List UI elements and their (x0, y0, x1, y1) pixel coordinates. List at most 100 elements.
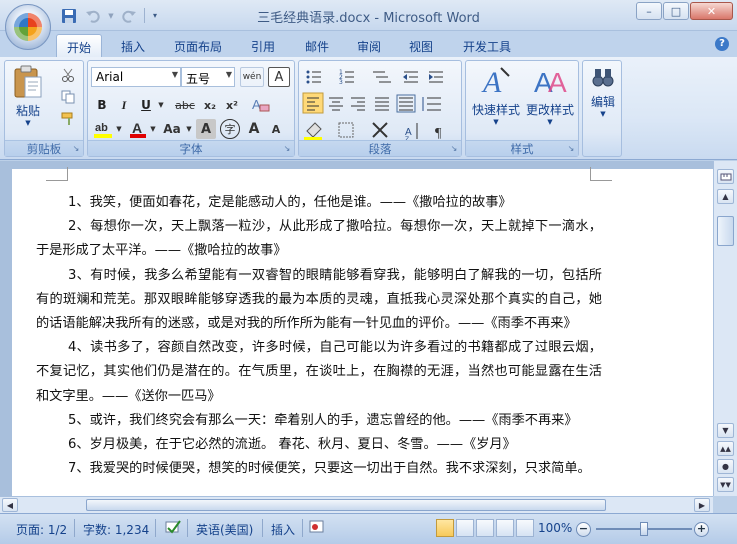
subscript-button[interactable]: x₂ (200, 95, 220, 115)
cut-button[interactable] (57, 66, 79, 84)
help-icon[interactable]: ? (715, 37, 729, 51)
underline-button[interactable]: U (136, 95, 156, 115)
tab-home[interactable]: 开始 (56, 34, 102, 57)
paragraph[interactable]: 5、或许，我们终究会有那么一天：牵着别人的手，遗忘曾经的他。——《雨季不再来》 (36, 409, 602, 433)
scroll-up-button[interactable]: ▲ (717, 189, 734, 204)
character-shading-button[interactable]: A (196, 119, 216, 139)
paragraph[interactable]: 4、读书多了，容颜自然改变，许多时候，自己可能以为许多看过的书籍都成了过眼云烟，… (36, 336, 602, 409)
minimize-button[interactable]: – (636, 2, 662, 20)
full-screen-reading-button[interactable] (456, 519, 474, 537)
tab-mailings[interactable]: 邮件 (294, 34, 340, 57)
outline-view-button[interactable] (496, 519, 514, 537)
highlight-dropdown-icon[interactable]: ▼ (114, 119, 124, 139)
paste-dropdown-icon: ▼ (25, 119, 31, 127)
draft-view-button[interactable] (516, 519, 534, 537)
font-size-combo[interactable]: 五号 ▼ (181, 67, 235, 87)
grow-font-button[interactable]: A (244, 119, 264, 139)
paste-button[interactable]: 粘贴 ▼ (9, 65, 47, 127)
sort-button[interactable] (401, 120, 425, 142)
styles-launcher-icon[interactable]: ↘ (566, 144, 576, 154)
clipboard-launcher-icon[interactable]: ↘ (71, 144, 81, 154)
numbering-button[interactable] (335, 66, 367, 88)
font-launcher-icon[interactable]: ↘ (282, 144, 292, 154)
ruler-toggle-button[interactable] (717, 169, 734, 184)
paragraph[interactable]: 7、我爱哭的时候便哭，想笑的时候便笑，只要这一切出于自然。我不求深刻，只求简单。 (36, 457, 602, 481)
tab-review[interactable]: 审阅 (346, 34, 392, 57)
proofing-status[interactable] (164, 518, 182, 539)
borders-button[interactable] (335, 120, 369, 142)
bullets-button[interactable] (301, 66, 333, 88)
change-case-button[interactable]: Aa (160, 119, 184, 139)
copy-button[interactable] (57, 88, 79, 106)
paragraph[interactable]: 3、有时候，我多么希望能有一双睿智的眼睛能够看穿我，能够明白了解我的一切，包括所… (36, 264, 602, 337)
zoom-slider-knob[interactable] (640, 522, 648, 536)
multilevel-list-button[interactable] (369, 66, 401, 88)
phonetic-guide-button[interactable]: wén (240, 67, 264, 87)
quick-styles-button[interactable]: A 快速样式 ▼ (469, 64, 523, 134)
tab-references[interactable]: 引用 (240, 34, 286, 57)
shrink-font-button[interactable]: A (266, 119, 286, 139)
change-styles-button[interactable]: A A 更改样式 ▼ (523, 64, 577, 134)
document-page[interactable]: 1、我笑，便面如春花，定是能感动人的，任他是谁。——《撒哈拉的故事》 2、每想你… (12, 167, 713, 496)
scroll-right-button[interactable]: ▶ (694, 498, 710, 512)
scissors-icon (62, 68, 74, 82)
paragraph[interactable]: 1、我笑，便面如春花，定是能感动人的，任他是谁。——《撒哈拉的故事》 (36, 191, 602, 215)
change-case-dropdown-icon[interactable]: ▼ (184, 119, 194, 139)
vertical-scrollbar[interactable]: ▲ ▼ ▲▲ ● ▼▼ (713, 161, 737, 496)
shading-button[interactable] (301, 120, 335, 142)
previous-page-button[interactable]: ▲▲ (717, 441, 734, 456)
scroll-left-button[interactable]: ◀ (2, 498, 18, 512)
underline-dropdown-icon[interactable]: ▼ (156, 95, 166, 115)
horizontal-scrollbar[interactable]: ◀ ▶ (0, 496, 713, 513)
editing-button[interactable]: 编辑 ▼ (585, 64, 621, 154)
tab-developer[interactable]: 开发工具 (452, 34, 522, 57)
next-page-button[interactable]: ▼▼ (717, 477, 734, 492)
zoom-level[interactable]: 100% (538, 521, 572, 535)
align-center-button[interactable] (326, 93, 346, 113)
distributed-button[interactable] (395, 93, 417, 113)
paragraph[interactable]: 2、每想你一次，天上飘落一粒沙，从此形成了撒哈拉。每想你一次，天上就掉下一滴水，… (36, 215, 602, 263)
character-border-button[interactable]: A (268, 67, 290, 87)
office-button[interactable] (5, 4, 51, 50)
insert-mode[interactable]: 插入 (271, 521, 295, 538)
font-color-dropdown-icon[interactable]: ▼ (148, 119, 158, 139)
font-color-button[interactable]: A (128, 119, 148, 139)
print-layout-view-button[interactable] (436, 519, 454, 537)
zoom-out-button[interactable]: − (576, 522, 591, 537)
superscript-button[interactable]: x² (222, 95, 242, 115)
align-left-button[interactable] (303, 93, 323, 113)
tab-page-layout[interactable]: 页面布局 (166, 34, 230, 57)
web-layout-button[interactable] (476, 519, 494, 537)
select-browse-object-button[interactable]: ● (717, 459, 734, 474)
paragraph[interactable]: 6、岁月极美，在于它必然的流逝。 春花、秋月、夏日、冬雪。——《岁月》 (36, 433, 602, 457)
enclose-characters-button[interactable]: 字 (220, 119, 240, 139)
language-indicator[interactable]: 英语(美国) (196, 521, 253, 538)
close-button[interactable]: ✕ (690, 2, 733, 20)
zoom-in-button[interactable]: + (694, 522, 709, 537)
chinese-layout-button[interactable] (369, 120, 401, 142)
vertical-scroll-thumb[interactable] (717, 216, 734, 246)
decrease-indent-button[interactable] (401, 66, 423, 88)
tab-view[interactable]: 视图 (398, 34, 444, 57)
bold-button[interactable]: B (92, 95, 112, 115)
show-formatting-button[interactable] (427, 120, 451, 142)
tab-insert[interactable]: 插入 (110, 34, 156, 57)
horizontal-scroll-thumb[interactable] (86, 499, 606, 511)
maximize-button[interactable]: □ (663, 2, 689, 20)
format-painter-button[interactable] (57, 110, 79, 128)
strikethrough-button[interactable]: abc (172, 95, 198, 115)
clear-formatting-button[interactable]: A (248, 94, 272, 116)
highlight-button[interactable]: ab (92, 119, 114, 139)
italic-button[interactable]: I (114, 95, 134, 115)
align-right-button[interactable] (349, 93, 369, 113)
word-count[interactable]: 字数: 1,234 (83, 521, 149, 538)
font-name-combo[interactable]: Arial ▼ (91, 67, 181, 87)
document-text[interactable]: 1、我笑，便面如春花，定是能感动人的，任他是谁。——《撒哈拉的故事》 2、每想你… (36, 191, 602, 481)
line-spacing-button[interactable] (421, 93, 453, 113)
justify-button[interactable] (372, 93, 392, 113)
macro-recording[interactable] (309, 519, 325, 538)
increase-indent-button[interactable] (425, 66, 447, 88)
scroll-down-button[interactable]: ▼ (717, 423, 734, 438)
paragraph-launcher-icon[interactable]: ↘ (449, 144, 459, 154)
page-indicator[interactable]: 页面: 1/2 (16, 521, 67, 538)
